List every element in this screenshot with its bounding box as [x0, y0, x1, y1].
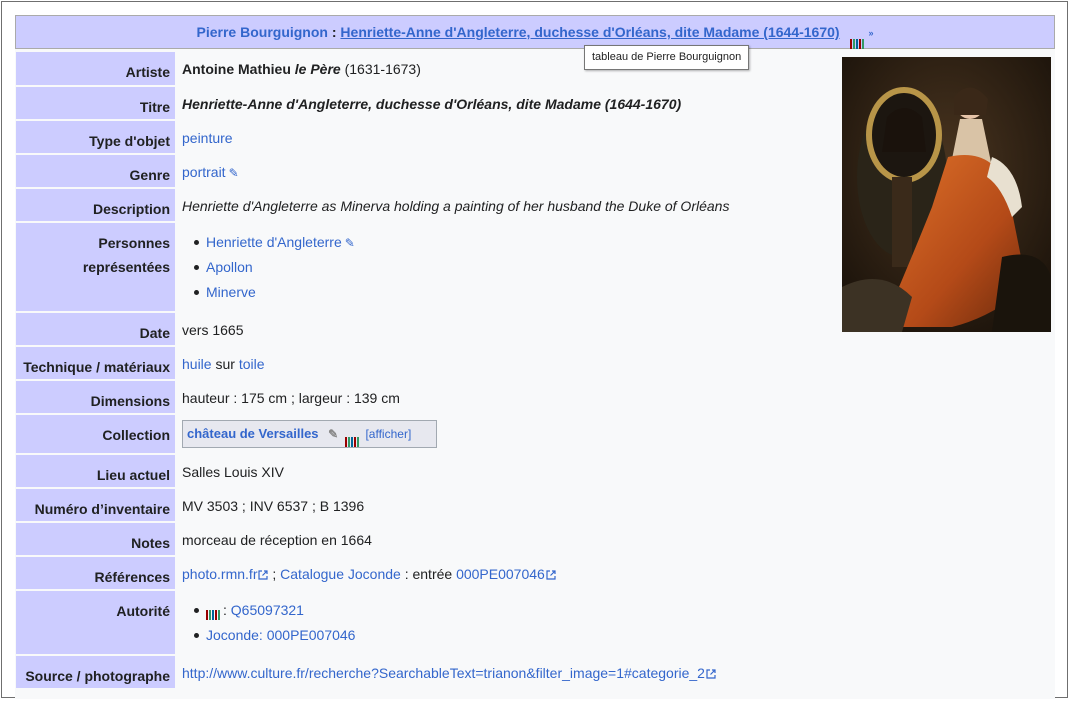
label-lieu: Lieu actuel [16, 455, 175, 487]
value-titre: Henriette-Anne d'Angleterre, duchesse d'… [182, 96, 682, 112]
row-source: Source / photographe http://www.culture.… [16, 656, 1056, 688]
afficher-toggle[interactable]: [afficher] [365, 427, 411, 441]
row-notes: Notes morceau de réception en 1664 [16, 523, 1056, 555]
pencil-icon[interactable]: ✎ [345, 234, 355, 253]
label-genre: Genre [16, 155, 175, 187]
label-artiste: Artiste [16, 52, 175, 85]
label-titre: Titre [16, 87, 175, 119]
pencil-icon[interactable]: ✎ [229, 164, 239, 183]
link-henriette[interactable]: Henriette d'Angleterre [206, 234, 342, 250]
label-personnes: Personnes représentées [16, 223, 175, 311]
wikidata-barcode-icon[interactable] [344, 430, 362, 447]
row-references: Références photo.rmn.fr ; Catalogue Joco… [16, 557, 1056, 589]
value-description: Henriette d'Angleterre as Minerva holdin… [182, 198, 730, 214]
label-description: Description [16, 189, 175, 221]
link-portrait[interactable]: portrait [182, 164, 226, 180]
label-date: Date [16, 313, 175, 345]
external-link-icon [258, 570, 269, 580]
label-personnes-2: représentées [82, 259, 170, 275]
link-versailles[interactable]: château de Versailles [187, 426, 319, 441]
technique-joiner: sur [211, 356, 239, 372]
row-inventaire: Numéro d’inventaire MV 3503 ; INV 6537 ;… [16, 489, 1056, 521]
infobox-header: Pierre Bourguignon : Henriette-Anne d'An… [15, 15, 1055, 50]
wikidata-sep: : [223, 602, 231, 618]
artist-years: (1631-1673) [340, 61, 421, 77]
link-photo-rmn[interactable]: photo.rmn.fr [182, 566, 257, 582]
expand-arrow-icon[interactable]: » [868, 17, 873, 49]
header-separator: : [327, 24, 341, 40]
label-type: Type d'objet [16, 121, 175, 153]
link-wikidata-id[interactable]: Q65097321 [231, 602, 304, 618]
list-item: : Q65097321 [182, 601, 1056, 626]
label-personnes-1: Personnes [98, 235, 170, 251]
row-autorite: Autorité : Q65097321 Joconde: 000PE00704… [16, 591, 1056, 654]
link-huile[interactable]: huile [182, 356, 212, 372]
collection-box: château de Versailles ✎ [afficher] [182, 420, 438, 448]
label-inventaire: Numéro d’inventaire [16, 489, 175, 521]
header-title-link[interactable]: Henriette-Anne d'Angleterre, duchesse d'… [340, 24, 839, 40]
row-technique: Technique / matériaux huile sur toile [16, 347, 1056, 379]
label-source: Source / photographe [16, 656, 175, 688]
value-source: http://www.culture.fr/recherche?Searchab… [182, 656, 1056, 696]
external-link-icon [706, 669, 716, 679]
label-notes: Notes [16, 523, 175, 555]
label-dimensions: Dimensions [16, 381, 175, 413]
link-joconde-authority[interactable]: Joconde: 000PE007046 [206, 627, 355, 643]
artist-name: Antoine Mathieu [182, 61, 291, 77]
link-apollon[interactable]: Apollon [206, 259, 253, 275]
link-catalogue-joconde[interactable]: Catalogue Joconde [280, 566, 401, 582]
label-references: Références [16, 557, 175, 589]
wikidata-barcode-icon[interactable] [849, 28, 866, 50]
label-collection: Collection [16, 415, 175, 453]
value-autorite: : Q65097321 Joconde: 000PE007046 [182, 591, 1056, 664]
external-link-icon [546, 570, 556, 580]
references-text: : entrée [400, 566, 457, 582]
pencil-icon[interactable]: ✎ [328, 421, 338, 447]
artist-epithet: le Père [294, 61, 341, 77]
row-dimensions: Dimensions hauteur : 175 cm ; largeur : … [16, 381, 1056, 413]
autorite-list: : Q65097321 Joconde: 000PE007046 [182, 601, 1056, 651]
portrait-painting-thumbnail[interactable] [842, 57, 1051, 332]
link-toile[interactable]: toile [239, 356, 265, 372]
link-minerve[interactable]: Minerve [206, 284, 256, 300]
link-peinture[interactable]: peinture [182, 130, 233, 146]
link-joconde-entry[interactable]: 000PE007046 [456, 566, 545, 582]
label-autorite: Autorité [16, 591, 175, 654]
title-tooltip: tableau de Pierre Bourguignon [584, 45, 750, 70]
row-collection: Collection château de Versailles ✎ [affi… [16, 415, 1056, 453]
wikidata-barcode-icon[interactable] [206, 606, 223, 621]
label-technique: Technique / matériaux [16, 347, 175, 379]
link-source-url[interactable]: http://www.culture.fr/recherche?Searchab… [182, 665, 705, 681]
row-lieu: Lieu actuel Salles Louis XIV [16, 455, 1056, 487]
references-sep: ; [268, 566, 281, 582]
list-item: Joconde: 000PE007046 [182, 626, 1056, 651]
header-artist-link[interactable]: Pierre Bourguignon [197, 24, 328, 40]
